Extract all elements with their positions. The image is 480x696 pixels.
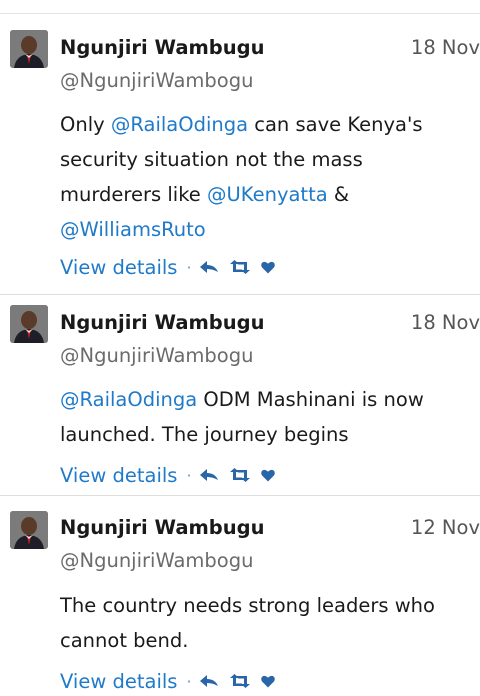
- separator-dot: ·: [186, 465, 192, 485]
- tweet-date[interactable]: 18 Nov: [411, 36, 480, 59]
- mention-link[interactable]: @WilliamsRuto: [60, 218, 206, 241]
- tweet-text-segment: Only: [60, 113, 111, 136]
- avatar[interactable]: [10, 305, 48, 343]
- heart-icon[interactable]: [260, 675, 275, 688]
- tweet-text-segment: The country needs strong leaders who can…: [60, 594, 435, 652]
- tweet-actions: View details ·: [60, 252, 285, 282]
- view-details-link[interactable]: View details: [60, 464, 177, 487]
- tweet-text-segment: &: [327, 183, 350, 206]
- tweet-text: @RailaOdinga ODM Mashinani is now launch…: [60, 382, 470, 452]
- tweet-item[interactable]: Ngunjiri Wambugu 18 Nov @NgunjiriWambogu…: [0, 295, 480, 496]
- avatar[interactable]: [10, 30, 48, 68]
- tweet-actions: View details ·: [60, 666, 285, 696]
- separator-dot: ·: [186, 257, 192, 277]
- tweet-item[interactable]: Ngunjiri Wambugu 12 Nov @NgunjiriWambogu…: [0, 496, 480, 693]
- tweet-date[interactable]: 18 Nov: [411, 311, 480, 334]
- author-name[interactable]: Ngunjiri Wambugu: [60, 516, 264, 539]
- author-name[interactable]: Ngunjiri Wambugu: [60, 311, 264, 334]
- retweet-icon[interactable]: [229, 674, 251, 688]
- heart-icon[interactable]: [260, 261, 275, 274]
- author-handle[interactable]: @NgunjiriWambogu: [60, 344, 253, 367]
- separator-dot: ·: [186, 671, 192, 691]
- reply-icon[interactable]: [199, 468, 219, 482]
- author-handle[interactable]: @NgunjiriWambogu: [60, 69, 253, 92]
- view-details-link[interactable]: View details: [60, 256, 177, 279]
- mention-link[interactable]: @UKenyatta: [207, 183, 328, 206]
- reply-icon[interactable]: [199, 674, 219, 688]
- author-handle[interactable]: @NgunjiriWambogu: [60, 549, 253, 572]
- mention-link[interactable]: @RailaOdinga: [111, 113, 248, 136]
- tweet-actions: View details ·: [60, 460, 285, 490]
- reply-icon[interactable]: [199, 260, 219, 274]
- heart-icon[interactable]: [260, 469, 275, 482]
- mention-link[interactable]: @RailaOdinga: [60, 388, 197, 411]
- tweet-text: Only @RailaOdinga can save Kenya's secur…: [60, 107, 470, 247]
- author-name[interactable]: Ngunjiri Wambugu: [60, 36, 264, 59]
- retweet-icon[interactable]: [229, 468, 251, 482]
- view-details-link[interactable]: View details: [60, 670, 177, 693]
- tweet-item[interactable]: Ngunjiri Wambugu 18 Nov @NgunjiriWambogu…: [0, 14, 480, 295]
- retweet-icon[interactable]: [229, 260, 251, 274]
- tweet-text: The country needs strong leaders who can…: [60, 588, 470, 658]
- tweet-date[interactable]: 12 Nov: [411, 516, 480, 539]
- avatar[interactable]: [10, 511, 48, 549]
